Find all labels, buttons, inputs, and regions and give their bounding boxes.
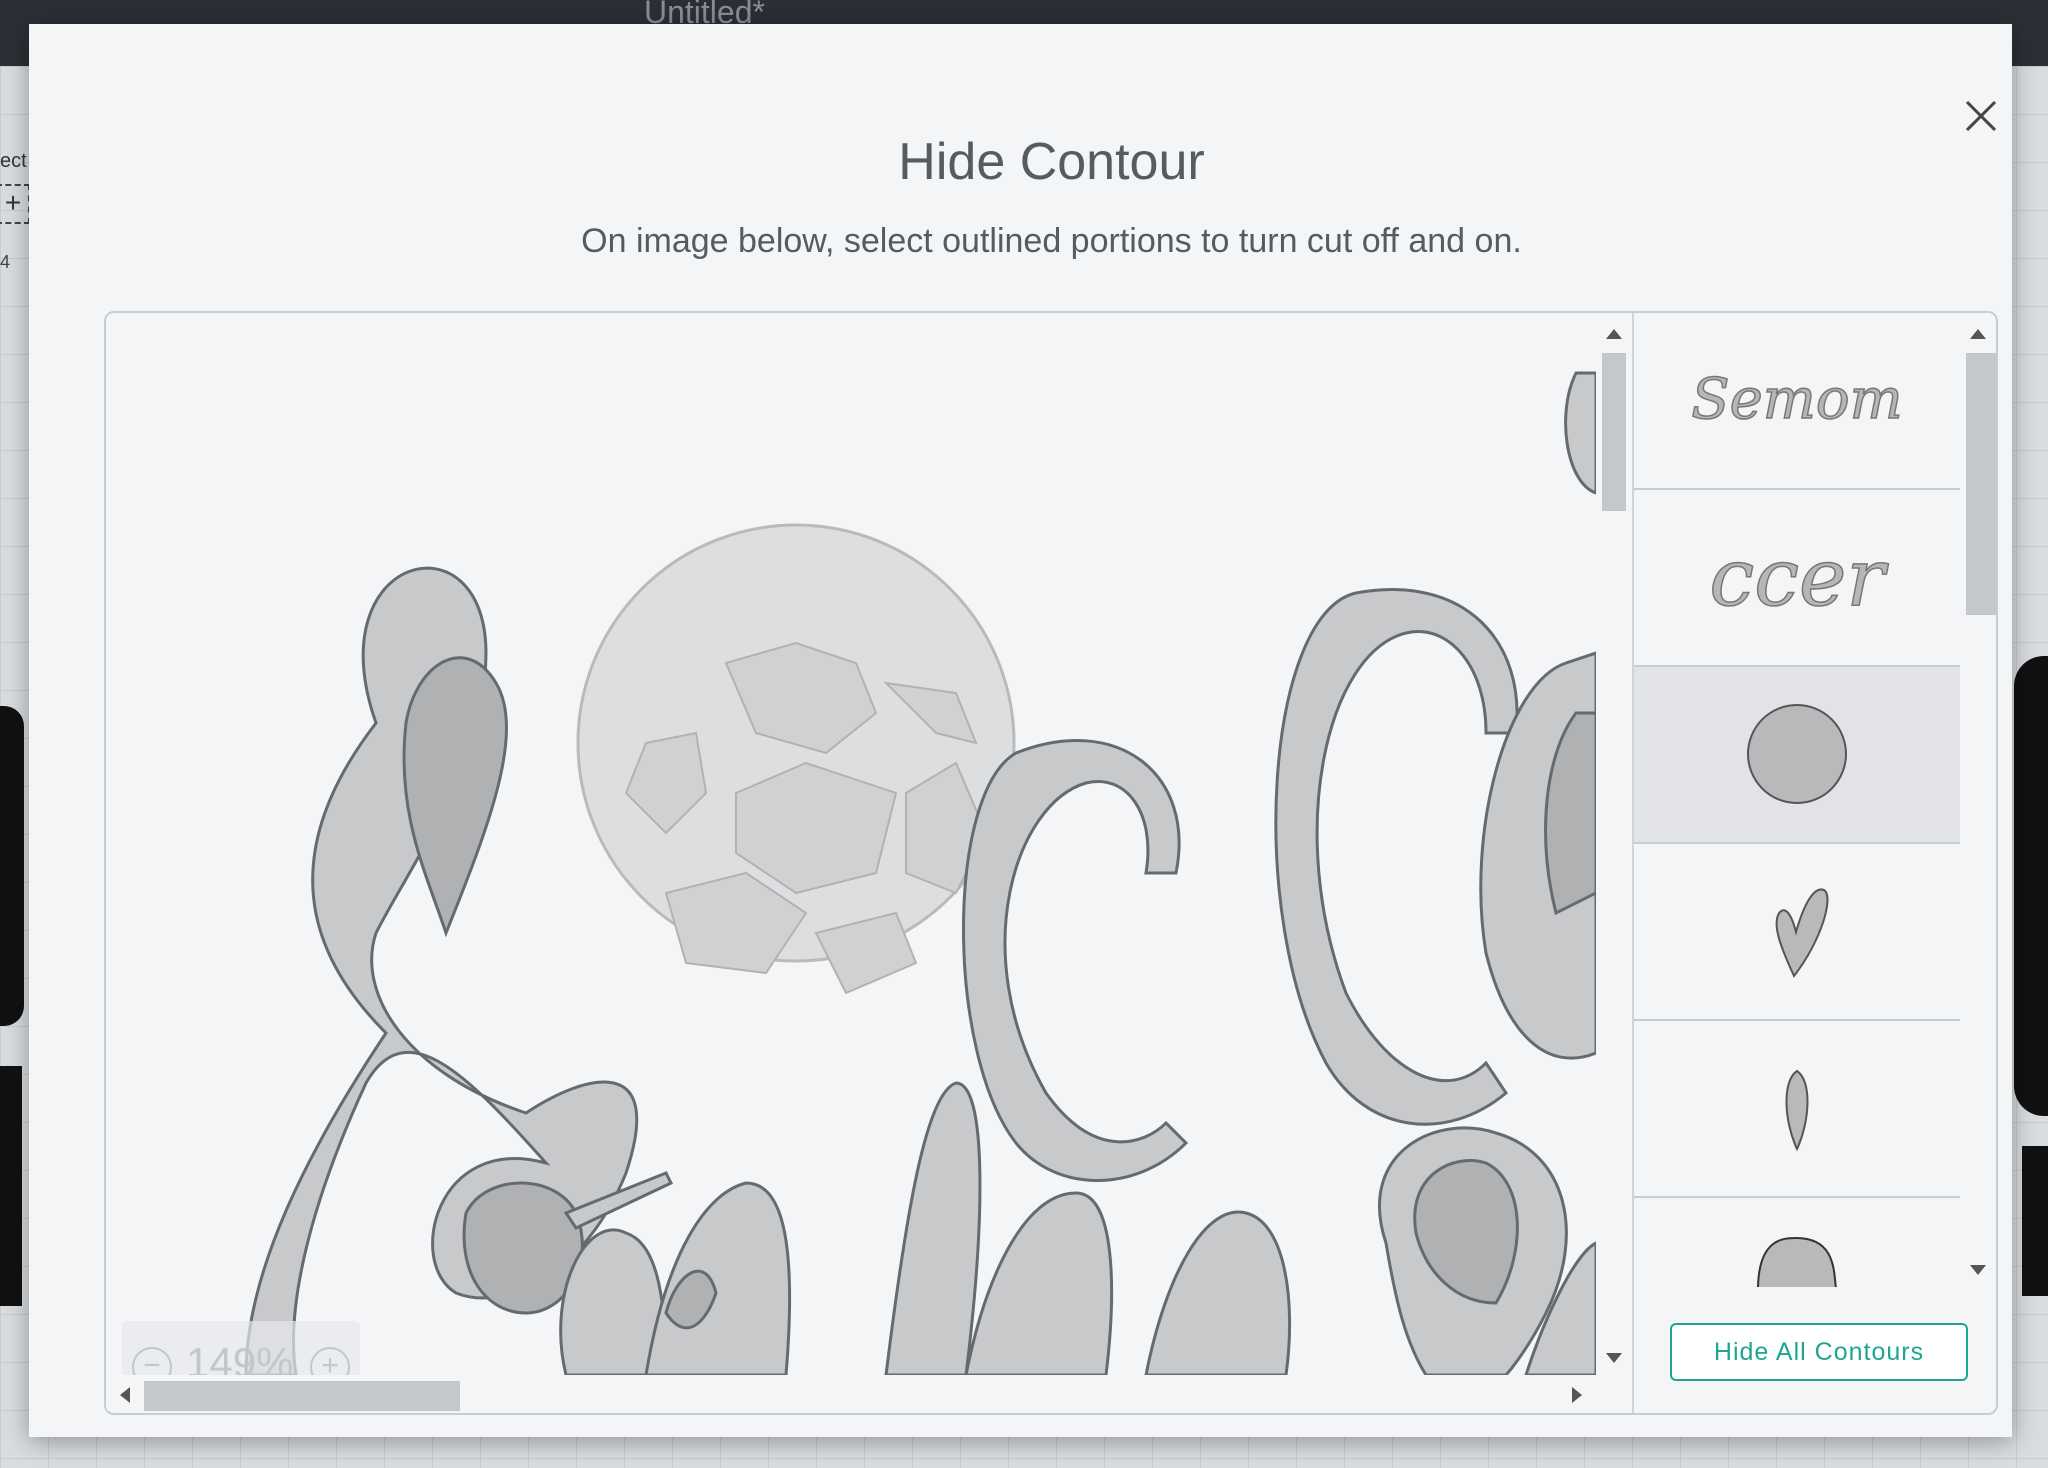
contour-item-dome[interactable] (1634, 1198, 1960, 1287)
contour-item-semom[interactable]: Semom (1634, 313, 1960, 490)
scroll-up-arrow-icon[interactable] (1606, 329, 1622, 339)
add-icon: + (0, 184, 30, 224)
select-label: ect (0, 150, 27, 172)
circle-shape (1747, 704, 1847, 804)
contour-list-panel: Semom ccer Hide All Contours (1632, 313, 1996, 1413)
zoom-out-button[interactable]: − (132, 1347, 172, 1375)
zoom-level: 149% (186, 1339, 294, 1375)
preview-vertical-scrollbar[interactable] (1596, 313, 1632, 1375)
canvas-shape-right (2014, 656, 2048, 1116)
close-icon[interactable] (1961, 96, 2001, 136)
scroll-up-arrow-icon[interactable] (1970, 329, 1986, 339)
contour-preview[interactable]: − 149% + (106, 313, 1596, 1375)
list-vertical-scrollbar[interactable] (1960, 313, 1996, 1287)
scroll-down-arrow-icon[interactable] (1606, 1353, 1622, 1363)
scroll-left-arrow-icon[interactable] (120, 1387, 130, 1403)
contour-item-ccer[interactable]: ccer (1634, 490, 1960, 667)
preview-horizontal-scrollbar[interactable] (106, 1375, 1632, 1411)
scroll-down-arrow-icon[interactable] (1970, 1265, 1986, 1275)
scroll-thumb[interactable] (1602, 353, 1626, 511)
canvas-shape-right-lower (2022, 1146, 2048, 1296)
heart-shape (1775, 888, 1829, 978)
scroll-thumb[interactable] (144, 1381, 460, 1411)
dialog-subtitle: On image below, select outlined portions… (581, 222, 1522, 260)
zoom-in-button[interactable]: + (310, 1347, 350, 1375)
dome-shape (1757, 1236, 1837, 1287)
scroll-thumb[interactable] (1966, 353, 1996, 615)
ruler-number: 4 (0, 252, 11, 272)
canvas-shape-left (0, 706, 24, 1026)
soccer-ball-contour[interactable] (576, 523, 1016, 995)
zoom-control: − 149% + (122, 1321, 360, 1375)
contour-list: Semom ccer (1634, 313, 1960, 1287)
hide-contour-dialog: Hide Contour On image below, select outl… (29, 24, 2012, 1437)
hide-all-contours-button[interactable]: Hide All Contours (1670, 1323, 1968, 1381)
ccer-glyph: ccer (1709, 531, 1889, 624)
semom-glyph: Semom (1691, 367, 1902, 432)
canvas-shape-left-lower (0, 1066, 22, 1306)
letter-o-contour[interactable] (1378, 1126, 1596, 1375)
contour-item-circle[interactable] (1634, 667, 1960, 844)
drop-shape (1785, 1069, 1809, 1152)
contour-item-drop[interactable] (1634, 1021, 1960, 1198)
contour-item-heart[interactable] (1634, 844, 1960, 1021)
dialog-title: Hide Contour (898, 133, 1205, 191)
letter-c-contour[interactable] (962, 738, 1189, 1182)
letter-m-contour[interactable] (884, 1081, 1292, 1375)
contour-frame: − 149% + Semom ccer Hide All Contours (104, 311, 1998, 1415)
scroll-right-arrow-icon[interactable] (1572, 1387, 1582, 1403)
